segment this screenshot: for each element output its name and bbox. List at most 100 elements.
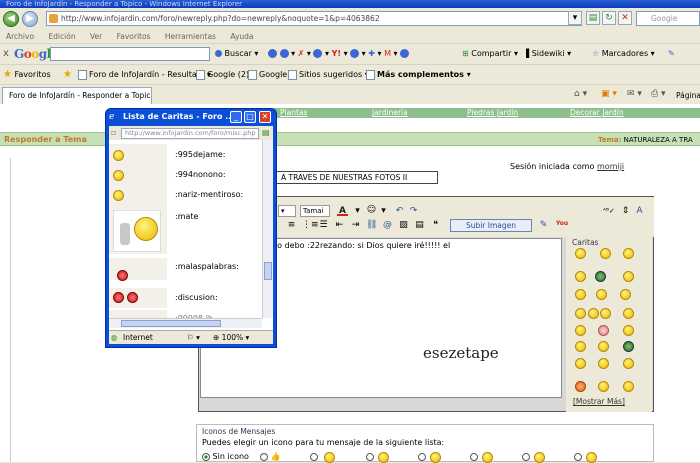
indent-icon[interactable]: ⇥ — [350, 220, 361, 230]
compatibility-icon[interactable]: ▤ — [586, 11, 600, 25]
image-icon[interactable]: ▨ — [398, 220, 409, 230]
sidewiki-button[interactable]: ▐ Sidewiki ▾ — [523, 47, 571, 61]
smiley-icon[interactable] — [575, 308, 586, 319]
email-link-icon[interactable]: @ — [382, 220, 393, 230]
smiley-icon[interactable] — [575, 271, 586, 282]
toolbar-icon-strip[interactable]: ▾ ✗ ▾ ▾ Y! ▾ ▾ ✚ ▾ M ▾ — [268, 47, 410, 61]
sin-icono-option[interactable]: Sin icono — [202, 452, 249, 461]
upload-image-button[interactable]: Subir Imagen — [450, 219, 532, 232]
back-button[interactable]: ◀ — [3, 11, 19, 27]
favorite-item-5[interactable]: Más complementos ▾ — [366, 68, 471, 82]
edit-icon[interactable]: ✎ — [538, 220, 549, 230]
icon-radio-3[interactable] — [366, 452, 374, 461]
stop-icon[interactable]: ✕ — [618, 11, 632, 25]
align-right-icon[interactable]: ≡ — [286, 220, 297, 230]
menu-ayuda[interactable]: Ayuda — [230, 32, 253, 41]
scroll-thumb[interactable] — [121, 320, 221, 327]
green-smiley-icon[interactable] — [623, 341, 634, 352]
smiley-icon[interactable] — [600, 308, 611, 319]
refresh-icon[interactable]: ↻ — [602, 11, 616, 25]
smiley-icon[interactable] — [598, 341, 609, 352]
home-icon[interactable]: ⌂ ▾ — [574, 89, 587, 99]
dropdown-arrow-icon[interactable]: ▾ — [568, 11, 582, 25]
link-plantas[interactable]: Plantas — [280, 108, 307, 118]
text-color-icon[interactable]: A — [337, 206, 348, 216]
google-search-input[interactable] — [50, 47, 210, 61]
outdent-icon[interactable]: ⇤ — [334, 220, 345, 230]
buscar-button[interactable]: Buscar ▾ — [215, 47, 258, 61]
smiley-icon[interactable] — [623, 248, 634, 259]
smiley-icon[interactable]: ☺ — [366, 205, 377, 215]
smiley-icon[interactable] — [623, 381, 634, 392]
icon-radio-5[interactable] — [470, 452, 478, 461]
switch-mode-icon[interactable]: A — [634, 206, 645, 216]
search-input[interactable]: Google — [636, 11, 700, 26]
unordered-list-icon[interactable]: ☰ — [318, 220, 329, 230]
mail-icon[interactable]: ✉ ▾ — [627, 89, 642, 99]
compatibility-icon[interactable]: ▤ — [262, 128, 270, 137]
tab-active[interactable]: Foro de InfoJardín - Responder a Topico — [2, 87, 152, 104]
scroll-thumb[interactable] — [264, 262, 272, 280]
favorite-item-1[interactable]: Foro de InfoJardín - Resulta... ▾ — [78, 68, 211, 82]
zoom-level[interactable]: ⊕ 100% ▾ — [213, 331, 249, 344]
icon-radio-1[interactable]: 👍 — [260, 452, 281, 461]
menu-edicion[interactable]: Edición — [48, 32, 75, 41]
blush-smiley-icon[interactable] — [598, 325, 609, 336]
youtube-icon[interactable]: You — [556, 219, 568, 229]
marcadores-button[interactable]: ☆ Marcadores ▾ — [592, 47, 655, 61]
menu-archivo[interactable]: Archivo — [6, 32, 34, 41]
smiley-icon[interactable] — [623, 325, 634, 336]
minimize-button[interactable]: _ — [230, 111, 242, 123]
vertical-scrollbar[interactable] — [262, 140, 273, 318]
dropdown-arrow-icon[interactable]: ▾ — [352, 206, 363, 216]
icon-radio-7[interactable] — [574, 452, 582, 461]
smiley-icon[interactable] — [623, 358, 634, 369]
link-piedras[interactable]: Piedras Jardín — [467, 108, 518, 118]
list-item[interactable]: :mate — [109, 206, 263, 254]
smiley-icon[interactable] — [598, 358, 609, 369]
spellcheck-icon[interactable]: ᴬᴮ✓ — [603, 206, 615, 216]
close-button[interactable]: ✕ — [259, 111, 271, 123]
smiley-icon[interactable] — [575, 358, 586, 369]
link-decorar[interactable]: Decorar Jardín — [570, 108, 624, 118]
orange-smiley-icon[interactable] — [575, 381, 586, 392]
smiley-icon[interactable] — [623, 271, 634, 282]
favorites-add-icon[interactable]: ★ — [63, 68, 72, 82]
smiley-icon[interactable] — [575, 325, 586, 336]
redo-icon[interactable]: ↷ — [408, 206, 419, 216]
ordered-list-icon[interactable]: ⋮≡ — [302, 220, 319, 230]
wrench-icon[interactable]: ✎ — [668, 47, 675, 61]
radio-selected[interactable] — [202, 452, 210, 461]
smiley-icon[interactable] — [575, 341, 586, 352]
compartir-button[interactable]: ⊞ Compartir ▾ — [462, 47, 518, 61]
mostrar-mas-link[interactable]: [Mostrar Más] — [573, 397, 625, 406]
list-item[interactable]: :discusion: — [109, 288, 263, 308]
smiley-icon[interactable] — [575, 248, 586, 259]
list-item[interactable]: :995dejame: — [109, 144, 263, 166]
icon-radio-6[interactable] — [522, 452, 530, 461]
size-select[interactable]: Tamai — [300, 205, 330, 217]
icon-radio-2[interactable] — [310, 452, 318, 461]
smiley-icon[interactable] — [623, 308, 634, 319]
list-item[interactable]: :malaspalabras: — [109, 258, 263, 281]
font-select[interactable]: ▾ — [278, 205, 296, 217]
link-jardineria[interactable]: Jardinería — [372, 108, 408, 118]
menu-favoritos[interactable]: Favoritos — [117, 32, 151, 41]
menu-herramientas[interactable]: Herramientas — [165, 32, 216, 41]
subject-input[interactable]: A TRAVES DE NUESTRAS FOTOS II — [276, 171, 438, 184]
menu-ver[interactable]: Ver — [90, 32, 102, 41]
dropdown-arrow-icon[interactable]: ▾ — [378, 206, 389, 216]
favorite-item-4[interactable]: Sitios sugeridos ▾ — [288, 68, 369, 82]
attach-icon[interactable]: ▤ — [414, 220, 425, 230]
smiley-icon[interactable] — [575, 289, 586, 300]
session-user-link[interactable]: momiji — [597, 162, 624, 171]
protected-mode-icon[interactable]: ⚐ ▾ — [187, 331, 200, 344]
link-icon[interactable]: ⛓ — [366, 220, 377, 230]
favorite-item-3[interactable]: Google — [248, 68, 287, 82]
forward-button[interactable]: ▶ — [22, 11, 38, 27]
undo-icon[interactable]: ↶ — [394, 206, 405, 216]
list-item[interactable]: :nariz-mentiroso: — [109, 186, 263, 206]
alien-smiley-icon[interactable] — [595, 271, 606, 282]
smiley-icon[interactable] — [598, 381, 609, 392]
pagina-menu[interactable]: Página — [676, 91, 700, 100]
